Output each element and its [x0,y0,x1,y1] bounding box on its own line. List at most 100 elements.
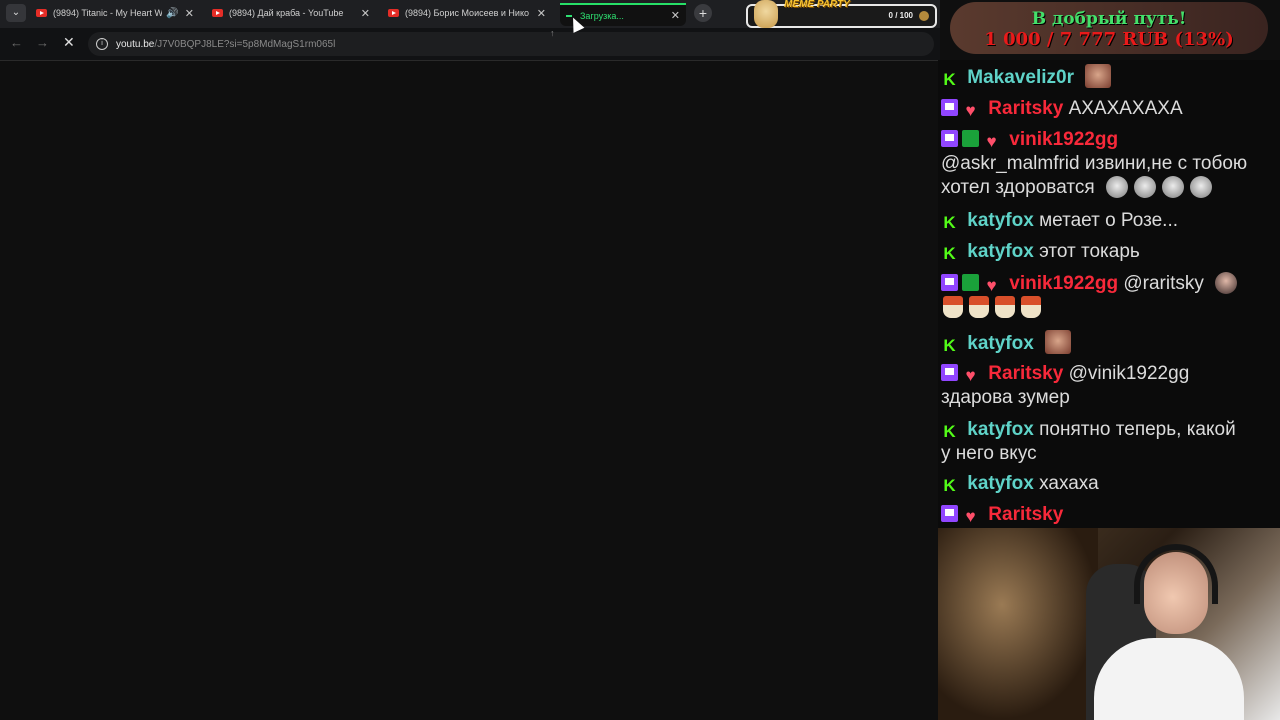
tab-title: (9894) Titanic - My Heart W [53,8,163,18]
headphones-icon [1134,544,1218,604]
tab-search-button[interactable]: ⌄ [6,4,26,22]
chat-username[interactable]: vinik1922gg [1009,129,1118,150]
chat-username[interactable]: katyfox [967,333,1034,354]
chat-text: хахаха [1039,473,1099,494]
youtube-icon [212,9,223,17]
speaker-icon[interactable]: 🔊 [166,8,178,19]
kick-icon: K [943,422,956,441]
cup-emote-icon [969,296,989,318]
chat-message: K Makaveliz0r [941,64,1273,90]
chat-message: K katyfox этот токарь [941,240,1273,264]
cup-emote-icon [943,296,963,318]
chat-message: K katyfox понятно теперь, какой у него в… [941,418,1273,466]
youtube-icon [388,9,399,17]
kick-icon: K [943,70,956,89]
chat-text-continued: здарова зумер [941,387,1070,408]
heart-icon: ♥ [986,276,997,295]
chat-username[interactable]: vinik1922gg [1009,273,1118,294]
chat-username[interactable]: Raritsky [988,363,1063,384]
chat-username[interactable]: Raritsky [988,504,1063,525]
forward-button[interactable]: → [36,35,49,50]
chat-text: @vinik1922gg [1068,363,1190,384]
heart-icon: ♥ [965,507,976,526]
address-bar[interactable]: i youtu.be/J7V0BQPJ8LE?si=5p8MdMagS1rm06… [88,32,934,56]
twitch-icon [941,130,958,147]
kick-icon: K [943,213,956,232]
tab-title: (9894) Борис Моисеев и Нико [405,8,529,18]
tab-title: Загрузка... [580,10,624,21]
chat-panel: K Makaveliz0r ♥ Raritsky АХАХАХАХА ♥ vin… [938,60,1280,528]
sword-icon [962,130,979,147]
tab-dai-kraba[interactable]: (9894) Дай краба - YouTube ✕ [206,2,376,24]
sword-icon [962,274,979,291]
chat-username[interactable]: katyfox [967,419,1034,440]
meme-party-widget: MEME PARTY 0 / 100 [746,0,937,28]
chat-username[interactable]: katyfox [967,473,1034,494]
emote-icon [1161,176,1184,198]
chat-username[interactable]: katyfox [967,210,1034,231]
tab-titanic[interactable]: (9894) Titanic - My Heart W 🔊 ✕ [30,2,200,24]
youtube-icon [36,9,47,17]
doge-icon [754,0,778,28]
cup-emote-icon [995,296,1015,318]
webcam-feed [938,528,1280,720]
close-icon[interactable]: ✕ [185,7,194,20]
site-info-icon[interactable]: i [96,38,108,50]
back-button[interactable]: ← [10,35,23,50]
chat-username[interactable]: Raritsky [988,98,1063,119]
chevron-down-icon: ⌄ [11,7,21,18]
chat-text: понятно теперь, какой [1039,419,1236,440]
tab-boris-moiseev[interactable]: (9894) Борис Моисеев и Нико ✕ [382,2,552,24]
cup-emote-icon [1021,296,1041,318]
emote-icon [1085,64,1112,88]
close-icon[interactable]: ✕ [361,7,370,20]
meme-party-title: MEME PARTY [784,0,850,10]
chat-text: этот токарь [1039,241,1140,262]
donation-heading: В добрый путь! [1031,9,1187,29]
heart-icon: ♥ [965,366,976,385]
twitch-icon [941,274,958,291]
chat-message: K katyfox метает о Розе... [941,209,1273,233]
coin-icon [919,11,929,21]
emote-icon [1189,176,1212,198]
new-tab-button[interactable]: + [694,4,712,22]
tab-title: (9894) Дай краба - YouTube [229,8,344,18]
chat-username[interactable]: Makaveliz0r [967,67,1074,88]
streamer-body [1094,638,1244,720]
url-host: youtu.be [116,38,155,50]
twitch-icon [941,99,958,116]
chat-message: ♥ Raritsky АХАХАХАХА [941,97,1273,121]
meme-party-count: 0 / 100 [888,11,913,20]
page-content [0,61,940,720]
donation-amount: 1 000 / 7 777 RUB (13%) [984,29,1234,50]
kick-icon: K [943,476,956,495]
close-icon[interactable]: ✕ [537,7,546,20]
chat-text-continued: у него вкус [941,443,1037,464]
close-icon[interactable]: ✕ [671,9,680,22]
chat-message: K katyfox хахаха [941,472,1273,496]
heart-icon: ♥ [986,132,997,151]
url-path: /J7V0BQPJ8LE?si=5p8MdMagS1rm065l [154,38,336,50]
donation-goal: В добрый путь! 1 000 / 7 777 RUB (13%) [950,2,1268,54]
loading-spinner-icon [566,14,572,17]
chat-message: K katyfox [941,330,1273,356]
emote-icon [1133,176,1156,198]
background-painting [938,528,1098,720]
chat-text: АХАХАХАХА [1068,98,1183,119]
twitch-icon [941,505,958,522]
heart-icon: ♥ [965,101,976,120]
chat-text: метает о Розе... [1039,210,1179,231]
chat-message: ♥ vinik1922gg @askr_malmfrid извини,не с… [941,128,1273,200]
toolbar: ← → ✕ i youtu.be/J7V0BQPJ8LE?si=5p8MdMag… [0,28,940,61]
emote-icon [1045,330,1072,354]
plus-icon: + [698,5,708,21]
stop-loading-button[interactable]: ✕ [63,34,75,51]
kick-icon: K [943,244,956,263]
emote-icon [1105,176,1128,198]
emote-icon [1215,272,1238,294]
chat-username[interactable]: katyfox [967,241,1034,262]
chat-message: ♥ vinik1922gg @raritsky [941,272,1273,320]
kick-icon: K [943,336,956,355]
chat-message: ♥ Raritsky [941,503,1273,527]
chat-message: ♥ Raritsky @vinik1922gg здарова зумер [941,362,1273,410]
